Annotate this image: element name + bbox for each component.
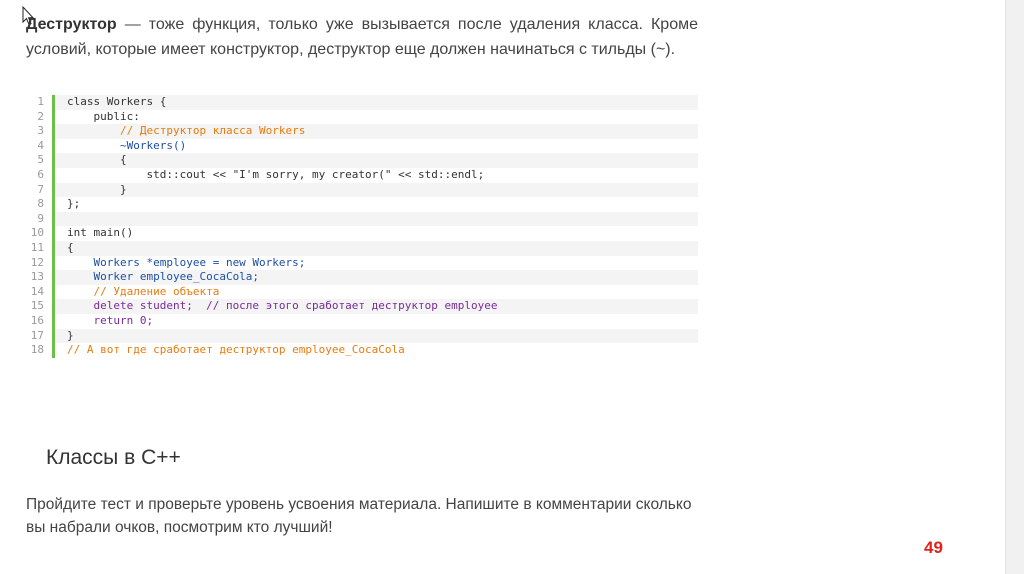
line-number: 7 xyxy=(26,182,55,198)
line-number: 16 xyxy=(26,313,55,329)
code-line: 8 }; xyxy=(26,197,698,212)
line-number: 18 xyxy=(26,343,55,358)
line-number: 9 xyxy=(26,211,55,227)
code-line: 5 { xyxy=(26,153,698,168)
code-line: 16 return 0; xyxy=(26,313,698,329)
code-text: { xyxy=(55,153,698,168)
code-line: 17 } xyxy=(26,328,698,344)
code-line: 15 delete student; // после этого сработ… xyxy=(26,299,698,314)
code-comment: // Удаление объекта xyxy=(67,284,220,298)
code-line: 2 public: xyxy=(26,109,698,125)
right-scroll-strip[interactable] xyxy=(1005,0,1024,574)
page-number: 49 xyxy=(924,538,943,557)
code-text: } xyxy=(55,328,698,344)
outro-paragraph: Пройдите тест и проверьте уровень усвоен… xyxy=(26,496,692,536)
line-number: 13 xyxy=(26,270,55,285)
line-number: 6 xyxy=(26,167,55,183)
line-number: 10 xyxy=(26,226,55,241)
code-line: 10 int main() xyxy=(26,226,698,241)
slide: Деструктор — тоже функция, только уже вы… xyxy=(0,0,1024,574)
line-number: 8 xyxy=(26,197,55,212)
line-number: 3 xyxy=(26,124,55,139)
section-title: Классы в C++ xyxy=(46,446,181,469)
line-number: 2 xyxy=(26,109,55,125)
code-line: 9 xyxy=(26,211,698,227)
code-line: 1 class Workers { xyxy=(26,95,698,110)
line-number: 4 xyxy=(26,138,55,154)
code-text: return 0; xyxy=(67,313,154,327)
code-line: 12 Workers *employee = new Workers; xyxy=(26,255,698,271)
intro-term: Деструктор xyxy=(26,16,117,33)
code-line: 11 { xyxy=(26,240,698,256)
code-text: std::cout << "I'm sorry, my creator(" <<… xyxy=(67,167,485,181)
code-line: 13 Worker employee_CocaCola; xyxy=(26,270,698,285)
code-text: } xyxy=(55,182,698,198)
line-number: 1 xyxy=(26,95,55,110)
code-text: Worker employee_CocaCola; xyxy=(55,270,698,285)
code-line: 6 std::cout << "I'm sorry, my creator(" … xyxy=(26,167,698,183)
line-number: 14 xyxy=(26,284,55,300)
code-text: int main() xyxy=(67,226,134,240)
line-number: 15 xyxy=(26,299,55,314)
code-line: 3 // Деструктор класса Workers xyxy=(26,124,698,139)
code-line: 14 // Удаление объекта xyxy=(26,284,698,300)
intro-text: — тоже функция, только уже вызывается по… xyxy=(26,16,698,58)
code-comment: // Деструктор класса Workers xyxy=(55,124,698,139)
code-text: ~Workers() xyxy=(67,138,187,152)
line-number: 12 xyxy=(26,255,55,271)
code-block: 1 class Workers { 2 public: 3 // Деструк… xyxy=(26,95,698,358)
code-line: 7 } xyxy=(26,182,698,198)
line-number: 11 xyxy=(26,240,55,256)
code-text: delete student; // после этого сработает… xyxy=(55,299,698,314)
code-text: { xyxy=(55,240,698,256)
line-number: 17 xyxy=(26,328,55,344)
code-line: 18 // А вот где сработает деструктор emp… xyxy=(26,343,698,358)
intro-paragraph: Деструктор — тоже функция, только уже вы… xyxy=(26,12,698,62)
code-text: public: xyxy=(67,109,140,123)
code-text: Workers *employee = new Workers; xyxy=(67,255,306,269)
code-comment: // А вот где сработает деструктор employ… xyxy=(67,343,405,357)
code-line: 4 ~Workers() xyxy=(26,138,698,154)
code-text: class Workers { xyxy=(55,95,698,110)
code-text: }; xyxy=(67,197,81,211)
code-text xyxy=(55,211,698,227)
line-number: 5 xyxy=(26,153,55,168)
